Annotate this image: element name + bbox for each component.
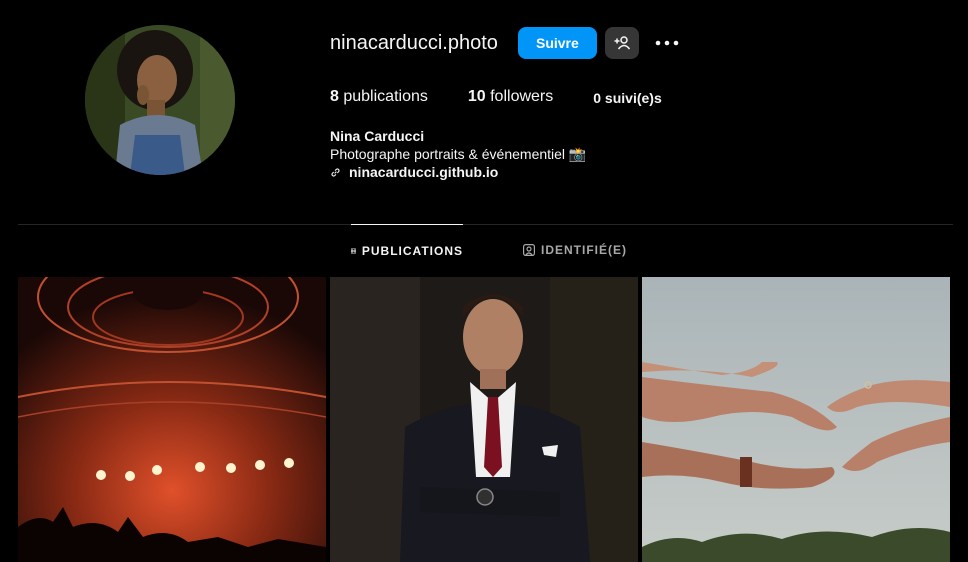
followers-label: followers <box>490 88 554 105</box>
portrait-photo <box>330 277 638 562</box>
followers-count: 10 <box>467 88 486 105</box>
tab-publications-label: PUBLICATIONS <box>361 243 463 258</box>
post-hands[interactable] <box>642 277 950 562</box>
following-stat[interactable]: 0 suivi(e)s <box>593 90 661 106</box>
add-user-icon <box>614 36 630 50</box>
tab-tagged-label: IDENTIFIÉ(E) <box>541 243 627 257</box>
profile-tabs: PUBLICATIONS IDENTIFIÉ(E) <box>0 224 968 276</box>
follow-button[interactable]: Suivre <box>517 27 597 59</box>
more-options-button[interactable] <box>651 27 683 59</box>
bio-description: Photographe portraits & événementiel 📸 <box>330 146 587 162</box>
profile-bio: Nina Carducci Photographe portraits & év… <box>330 127 586 181</box>
posts-count: 8 <box>330 88 339 105</box>
tab-tagged[interactable]: IDENTIFIÉ(E) <box>523 224 627 276</box>
followers-stat[interactable]: 10 followers <box>468 88 553 106</box>
bio-link-text: ninacarducci.github.io <box>349 164 499 180</box>
tab-publications[interactable]: PUBLICATIONS <box>351 224 463 276</box>
posts-grid <box>18 277 950 562</box>
profile-info: ninacarducci.photo Suivre <box>330 27 683 59</box>
posts-stat: 8 publications <box>330 88 428 106</box>
concert-photo <box>18 277 326 562</box>
tagged-icon <box>523 244 535 256</box>
grid-icon <box>351 248 356 253</box>
profile-stats: 8 publications 10 followers 0 suivi(e)s <box>330 88 702 106</box>
suggest-user-button[interactable] <box>604 27 639 59</box>
profile-avatar[interactable] <box>85 25 235 175</box>
username: ninacarducci.photo <box>330 31 498 54</box>
avatar-photo <box>85 25 235 175</box>
posts-label: publications <box>343 88 428 105</box>
link-icon <box>331 167 340 177</box>
more-icon <box>655 40 679 46</box>
bio-link[interactable]: ninacarducci.github.io <box>330 163 586 181</box>
profile-header: ninacarducci.photo Suivre 8 publications… <box>0 0 968 224</box>
post-concert[interactable] <box>18 277 326 562</box>
bio-name: Nina Carducci <box>330 128 425 144</box>
post-portrait-man[interactable] <box>330 277 638 562</box>
hands-photo <box>642 277 950 562</box>
